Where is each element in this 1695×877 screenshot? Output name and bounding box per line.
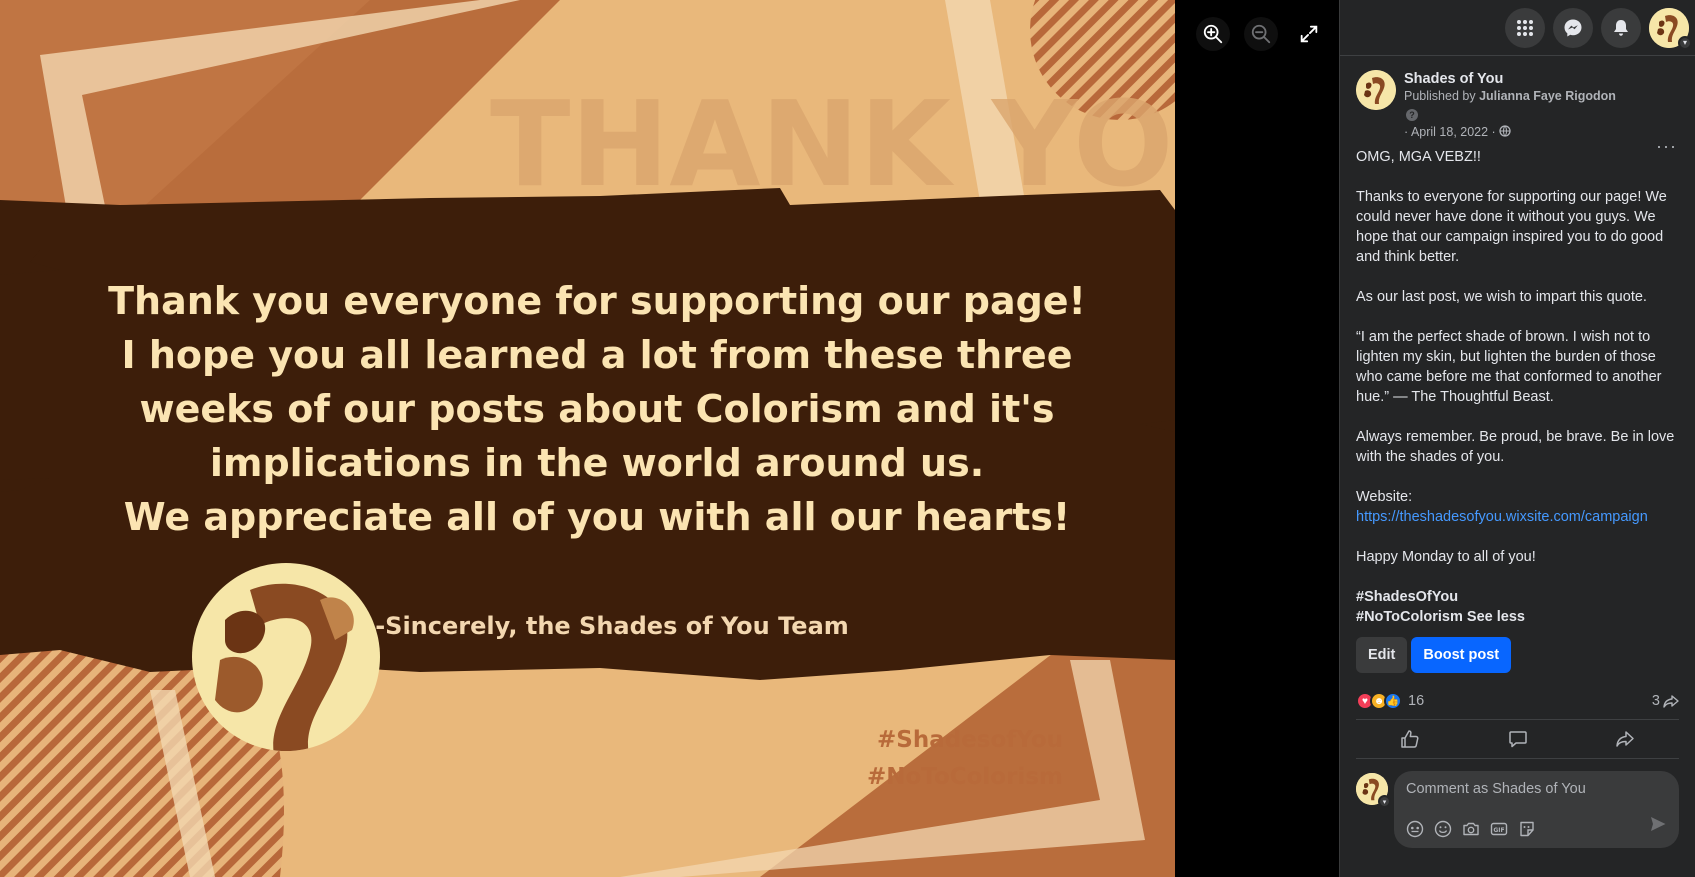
like-icon (1401, 730, 1419, 748)
chevron-down-icon: ▾ (1378, 795, 1391, 808)
boost-post-button[interactable]: Boost post (1411, 637, 1512, 673)
poster-hashtag: #NoToColorism (867, 764, 1063, 790)
camera-icon (1463, 822, 1479, 836)
website-label: Website: (1356, 489, 1413, 505)
notifications-button[interactable] (1601, 7, 1641, 48)
post-header: Shades of You Published by Julianna Faye… (1356, 70, 1679, 141)
comment-icon (1508, 731, 1527, 748)
reactions-summary: ♥ ☻ 👍 16 3 (1356, 691, 1679, 711)
comment-input[interactable] (1406, 781, 1667, 797)
poster-line: Thank you everyone for supporting our pa… (108, 279, 1086, 323)
zoom-out-icon (1251, 24, 1271, 44)
page-avatar[interactable] (1356, 70, 1396, 110)
thank-you-poster: THANK YOU! Thank you everyone for suppor… (0, 0, 1175, 877)
reactions[interactable]: ♥ ☻ 👍 16 (1356, 692, 1424, 710)
zoom-out-button[interactable] (1244, 17, 1278, 51)
post-sidebar: ▾ Shades of You Published by Julianna Fa… (1339, 0, 1695, 877)
page-logo-icon (1356, 70, 1396, 110)
menu-button[interactable] (1505, 7, 1545, 48)
avatar-sticker-button[interactable] (1406, 820, 1424, 838)
hashtag-link[interactable]: #ShadesOfYou (1356, 589, 1458, 605)
help-icon[interactable]: ? (1406, 109, 1418, 121)
comment-composer: ▾ GIF (1356, 771, 1679, 848)
comment-button[interactable] (1464, 720, 1572, 758)
post-photo: THANK YOU! Thank you everyone for suppor… (0, 0, 1175, 877)
post: Shades of You Published by Julianna Faye… (1340, 56, 1695, 848)
post-paragraph: OMG, MGA VEBZ!! (1356, 149, 1481, 165)
like-reaction-icon: 👍 (1384, 692, 1402, 710)
comment-box: GIF (1394, 771, 1679, 848)
poster-signature: -Sincerely, the Shades of You Team (375, 612, 849, 640)
post-paragraph: Always remember. Be proud, be brave. Be … (1356, 429, 1675, 465)
poster-line: We appreciate all of you with all our he… (124, 495, 1070, 539)
top-navigation: ▾ (1340, 0, 1695, 56)
share-count[interactable]: 3 (1652, 693, 1679, 709)
reaction-count[interactable]: 16 (1408, 693, 1424, 709)
photo-viewer: THANK YOU! Thank you everyone for suppor… (0, 0, 1339, 877)
photo-button[interactable] (1462, 820, 1480, 838)
poster-line: implications in the world around us. (210, 441, 984, 485)
zoom-controls (1196, 17, 1326, 51)
sticker-button[interactable] (1518, 820, 1536, 838)
post-paragraph: As our last post, we wish to impart this… (1356, 289, 1647, 305)
edit-button[interactable]: Edit (1356, 637, 1408, 673)
fullscreen-button[interactable] (1292, 17, 1326, 51)
hashtags: #ShadesOfYou #NoToColorism See less (1356, 587, 1679, 627)
poster-hashtag: #ShadesofYou (877, 727, 1063, 753)
svg-text:GIF: GIF (1493, 827, 1504, 834)
chevron-down-icon: ▾ (1678, 35, 1692, 50)
sticker-icon (1520, 821, 1534, 837)
messenger-icon (1564, 19, 1582, 36)
more-options-button[interactable]: ··· (1656, 136, 1677, 157)
website-block: Website: https://theshadesofyou.wixsite.… (1356, 487, 1679, 527)
published-by: Published by Julianna Faye Rigodon (1404, 88, 1679, 105)
fullscreen-icon (1300, 25, 1318, 43)
post-date-text[interactable]: · April 18, 2022 · (1404, 125, 1496, 139)
emoji-button[interactable] (1434, 820, 1452, 838)
post-date: · April 18, 2022 · (1404, 123, 1679, 141)
send-icon (1651, 817, 1666, 831)
poster-message: Thank you everyone for supporting our pa… (108, 279, 1086, 539)
published-by-prefix: Published by (1404, 89, 1476, 103)
menu-grid-icon (1517, 19, 1533, 36)
website-link[interactable]: https://theshadesofyou.wixsite.com/campa… (1356, 509, 1648, 525)
publisher-link[interactable]: Julianna Faye Rigodon (1479, 89, 1616, 103)
poster-line: weeks of our posts about Colorism and it… (139, 387, 1054, 431)
poster-watermark: THANK YOU! (490, 75, 1175, 213)
poster-line: I hope you all learned a lot from these … (122, 333, 1073, 377)
zoom-in-button[interactable] (1196, 17, 1230, 51)
avatar-sticker-icon (1406, 820, 1424, 838)
send-comment-button[interactable] (1649, 815, 1667, 838)
messenger-button[interactable] (1553, 7, 1593, 48)
see-less-link[interactable]: See less (1467, 609, 1525, 625)
comment-tools: GIF (1406, 820, 1536, 838)
post-paragraph: Happy Monday to all of you! (1356, 549, 1536, 565)
account-avatar[interactable]: ▾ (1649, 7, 1692, 50)
post-paragraph: “I am the perfect shade of brown. I wish… (1356, 329, 1662, 405)
share-icon (1616, 731, 1634, 747)
post-text: OMG, MGA VEBZ!! Thanks to everyone for s… (1356, 147, 1679, 627)
share-small-icon (1663, 695, 1679, 708)
zoom-in-icon (1203, 24, 1223, 44)
commenter-avatar[interactable]: ▾ (1356, 773, 1391, 808)
like-button[interactable] (1356, 720, 1464, 758)
share-button[interactable] (1571, 720, 1679, 758)
post-paragraph: Thanks to everyone for supporting our pa… (1356, 189, 1667, 265)
gif-button[interactable]: GIF (1490, 820, 1508, 838)
emoji-icon (1434, 820, 1452, 838)
hashtag-link[interactable]: #NoToColorism (1356, 609, 1463, 625)
gif-icon: GIF (1490, 822, 1508, 836)
globe-icon (1499, 125, 1511, 137)
share-count-value: 3 (1651, 693, 1660, 709)
post-action-bar (1356, 719, 1679, 759)
page-name[interactable]: Shades of You (1404, 70, 1679, 88)
notifications-icon (1614, 19, 1628, 36)
post-admin-actions: Edit Boost post (1356, 637, 1679, 673)
